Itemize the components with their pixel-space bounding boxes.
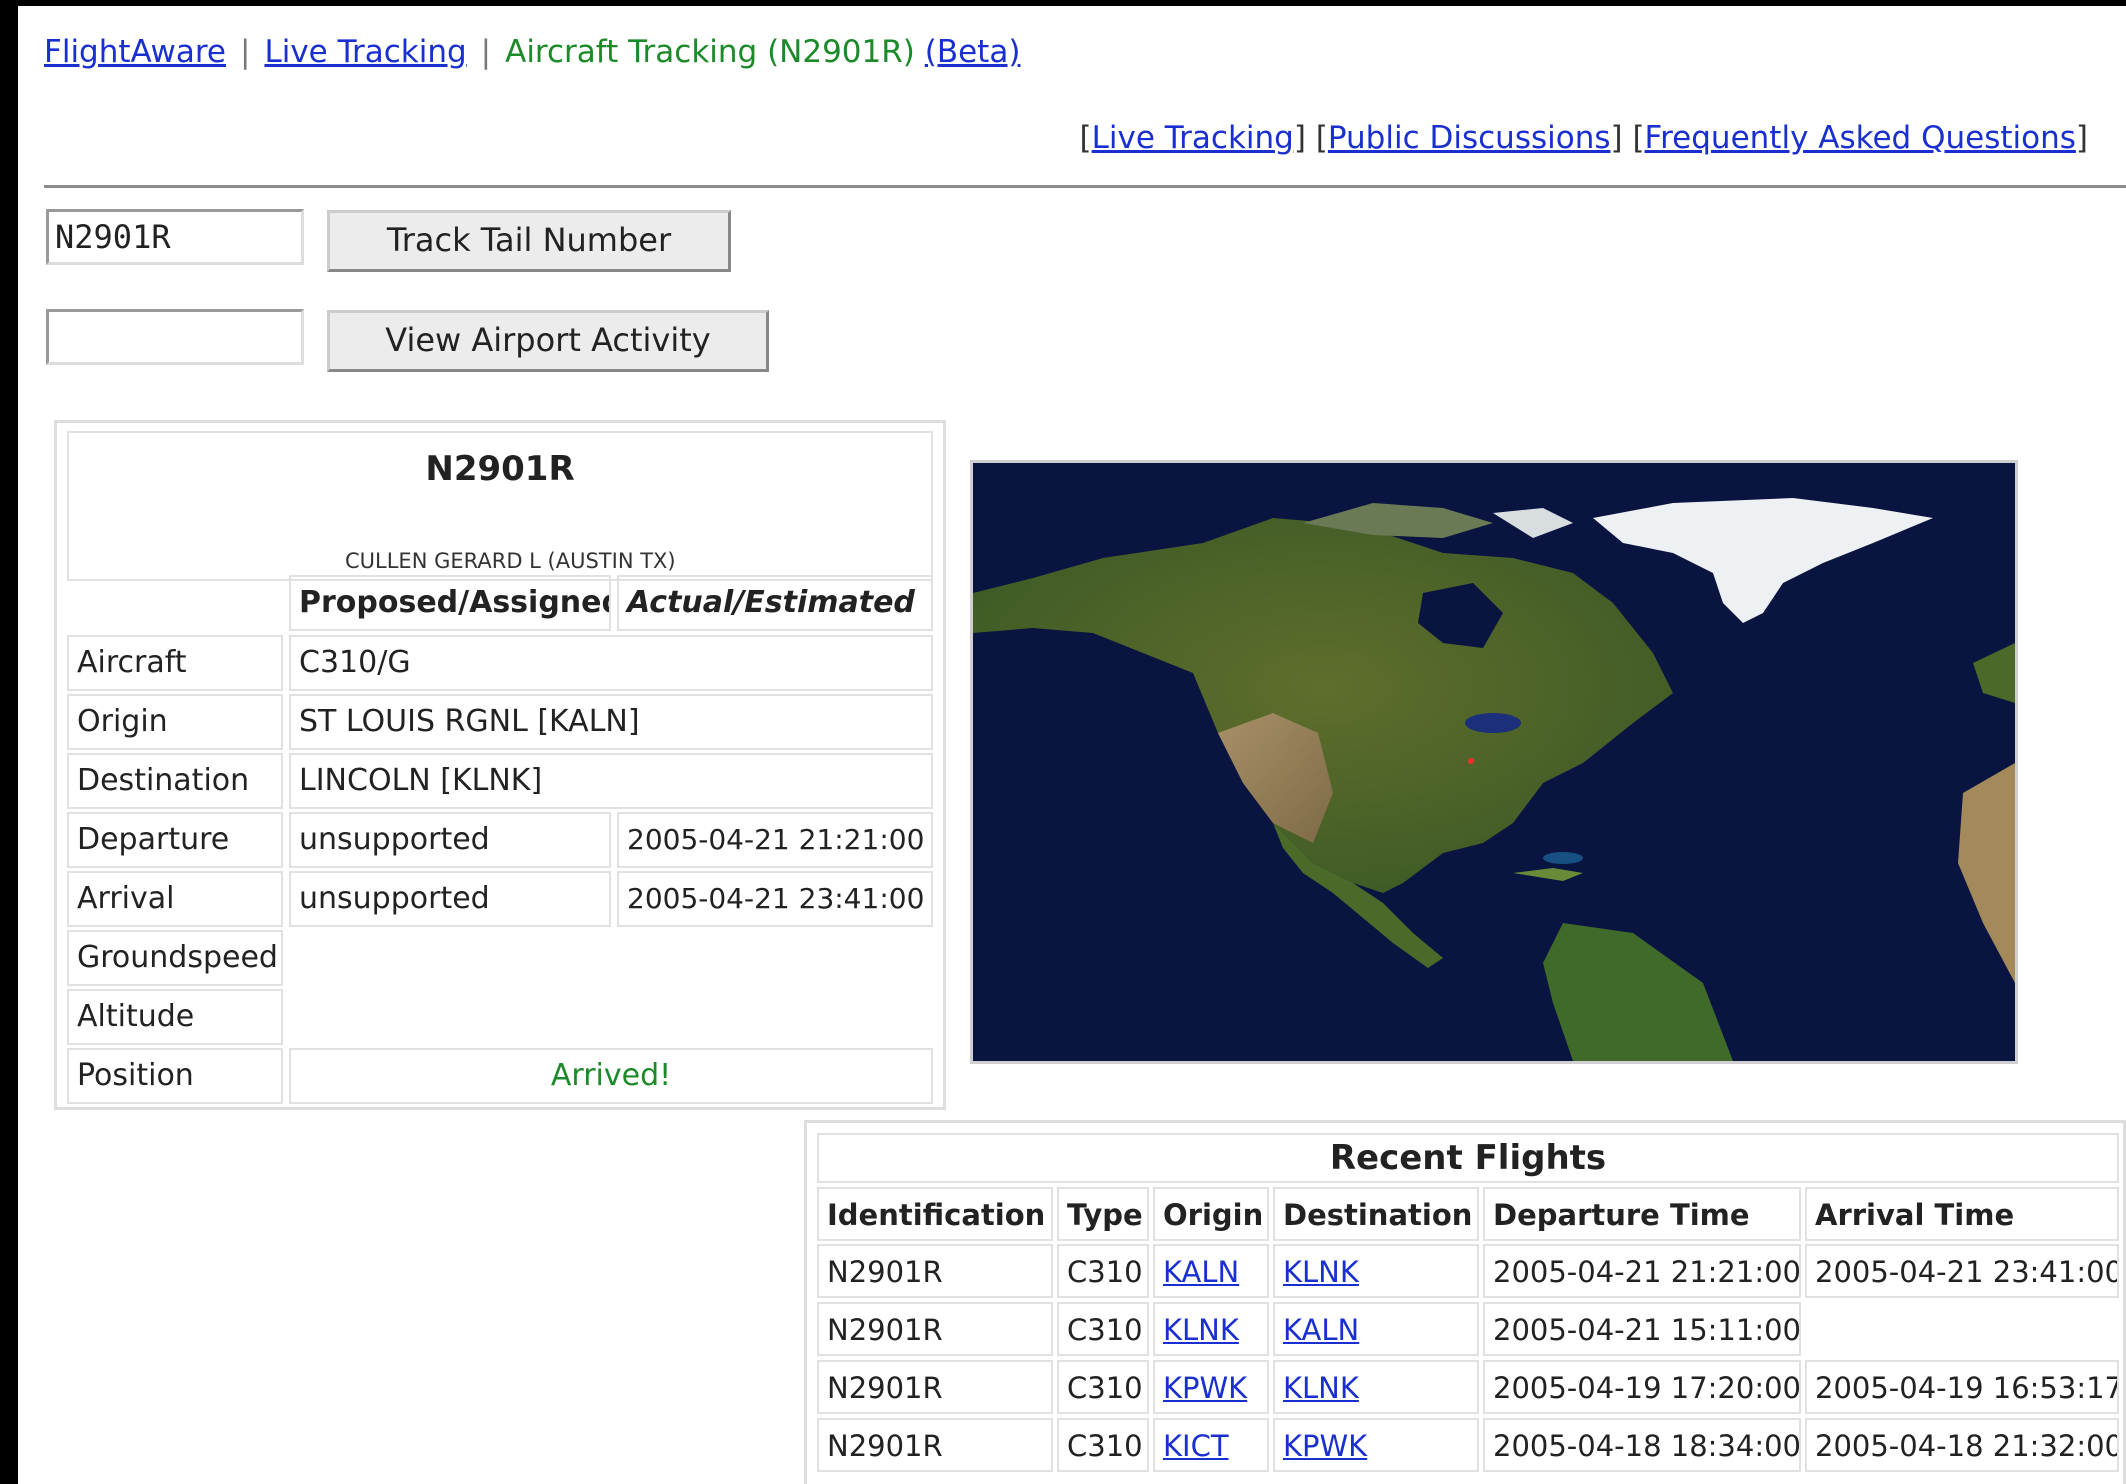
flight-arrival-time: 2005-04-18 21:32:00	[1805, 1418, 2119, 1472]
flight-destination-cell: KLNK	[1273, 1244, 1479, 1298]
faq-link[interactable]: Frequently Asked Questions	[1645, 120, 2076, 156]
public-discussions-link[interactable]: Public Discussions	[1328, 120, 1611, 156]
flight-destination-link[interactable]: KLNK	[1283, 1255, 1359, 1289]
view-airport-activity-button[interactable]: View Airport Activity	[327, 310, 769, 372]
flight-type: C310	[1057, 1418, 1149, 1472]
breadcrumb-current: Aircraft Tracking (N2901R)	[505, 34, 915, 70]
col-proposed-header: Proposed/Assigned	[289, 575, 611, 631]
recent-flights-title: Recent Flights	[817, 1133, 2119, 1183]
top-links: [Live Tracking] [Public Discussions] [Fr…	[1079, 120, 2088, 156]
flight-ident: N2901R	[817, 1360, 1053, 1414]
flight-origin-link[interactable]: KPWK	[1163, 1371, 1247, 1405]
flight-destination-link[interactable]: KLNK	[1283, 1371, 1359, 1405]
departure-proposed: unsupported	[289, 812, 611, 868]
flight-origin-cell: KPWK	[1153, 1360, 1269, 1414]
breadcrumb-separator: |	[480, 34, 492, 70]
airport-input[interactable]	[46, 309, 304, 365]
flight-arrival-time: 2005-04-21 23:41:00	[1805, 1244, 2119, 1298]
flight-origin-link[interactable]: KLNK	[1163, 1313, 1239, 1347]
world-map-image	[973, 463, 2015, 1061]
flight-origin-cell: KALN	[1153, 1244, 1269, 1298]
flight-type: C310	[1057, 1244, 1149, 1298]
aircraft-tail-title: N2901R	[425, 449, 575, 489]
arrival-actual: 2005-04-21 23:41:00	[617, 871, 933, 927]
flight-destination-link[interactable]: KPWK	[1283, 1429, 1367, 1463]
flight-departure-time: 2005-04-21 21:21:00	[1483, 1244, 1801, 1298]
flight-destination-cell: KPWK	[1273, 1418, 1479, 1472]
destination-label: Destination	[67, 753, 283, 809]
aircraft-label: Aircraft	[67, 635, 283, 691]
flight-destination-cell: KALN	[1273, 1302, 1479, 1356]
aircraft-header-cell: N2901R CULLEN GERARD L (AUSTIN TX)	[67, 431, 933, 581]
flight-destination-cell: KLNK	[1273, 1360, 1479, 1414]
flight-map[interactable]	[970, 460, 2018, 1064]
flight-position-marker	[1468, 758, 1474, 764]
origin-value: ST LOUIS RGNL [KALN]	[289, 694, 933, 750]
header-destination: Destination	[1273, 1187, 1479, 1241]
flight-departure-time: 2005-04-19 17:20:00	[1483, 1360, 1801, 1414]
header-identification: Identification	[817, 1187, 1053, 1241]
flight-origin-link[interactable]: KICT	[1163, 1429, 1229, 1463]
altitude-label: Altitude	[67, 989, 283, 1045]
breadcrumb-separator: |	[239, 34, 251, 70]
aircraft-value: C310/G	[289, 635, 933, 691]
arrival-label: Arrival	[67, 871, 283, 927]
groundspeed-label: Groundspeed	[67, 930, 283, 986]
flight-departure-time: 2005-04-21 15:11:00	[1483, 1302, 1801, 1356]
header-departure-time: Departure Time	[1483, 1187, 1801, 1241]
departure-actual: 2005-04-21 21:21:00	[617, 812, 933, 868]
departure-label: Departure	[67, 812, 283, 868]
breadcrumb-flightaware-link[interactable]: FlightAware	[44, 34, 226, 70]
flight-origin-cell: KICT	[1153, 1418, 1269, 1472]
beta-link[interactable]: (Beta)	[925, 34, 1021, 70]
flight-departure-time: 2005-04-18 18:34:00	[1483, 1418, 1801, 1472]
track-tail-number-button[interactable]: Track Tail Number	[327, 210, 731, 272]
breadcrumb: FlightAware | Live Tracking | Aircraft Track…	[44, 34, 1020, 70]
flight-ident: N2901R	[817, 1244, 1053, 1298]
recent-flights-table: Recent Flights Identification Type Origi…	[804, 1120, 2126, 1484]
aircraft-info-table: N2901R CULLEN GERARD L (AUSTIN TX) Propo…	[54, 420, 946, 1110]
breadcrumb-live-tracking-link[interactable]: Live Tracking	[264, 34, 466, 70]
live-tracking-link[interactable]: Live Tracking	[1092, 120, 1294, 156]
flight-destination-link[interactable]: KALN	[1283, 1313, 1359, 1347]
great-lakes	[1465, 713, 1521, 733]
flight-arrival-time	[1805, 1302, 2119, 1356]
col-actual-header: Actual/Estimated	[617, 575, 933, 631]
flight-ident: N2901R	[817, 1302, 1053, 1356]
position-label: Position	[67, 1048, 283, 1104]
divider	[44, 185, 2126, 188]
position-value: Arrived!	[289, 1048, 933, 1104]
arrival-proposed: unsupported	[289, 871, 611, 927]
header-arrival-time: Arrival Time	[1805, 1187, 2119, 1241]
header-type: Type	[1057, 1187, 1149, 1241]
tail-number-input[interactable]	[46, 209, 304, 265]
destination-value: LINCOLN [KLNK]	[289, 753, 933, 809]
flight-type: C310	[1057, 1302, 1149, 1356]
page: FlightAware | Live Tracking | Aircraft Track…	[18, 6, 2126, 1484]
flight-ident: N2901R	[817, 1418, 1053, 1472]
header-origin: Origin	[1153, 1187, 1269, 1241]
flight-origin-link[interactable]: KALN	[1163, 1255, 1239, 1289]
flight-origin-cell: KLNK	[1153, 1302, 1269, 1356]
flight-type: C310	[1057, 1360, 1149, 1414]
flight-arrival-time: 2005-04-19 16:53:17	[1805, 1360, 2119, 1414]
origin-label: Origin	[67, 694, 283, 750]
